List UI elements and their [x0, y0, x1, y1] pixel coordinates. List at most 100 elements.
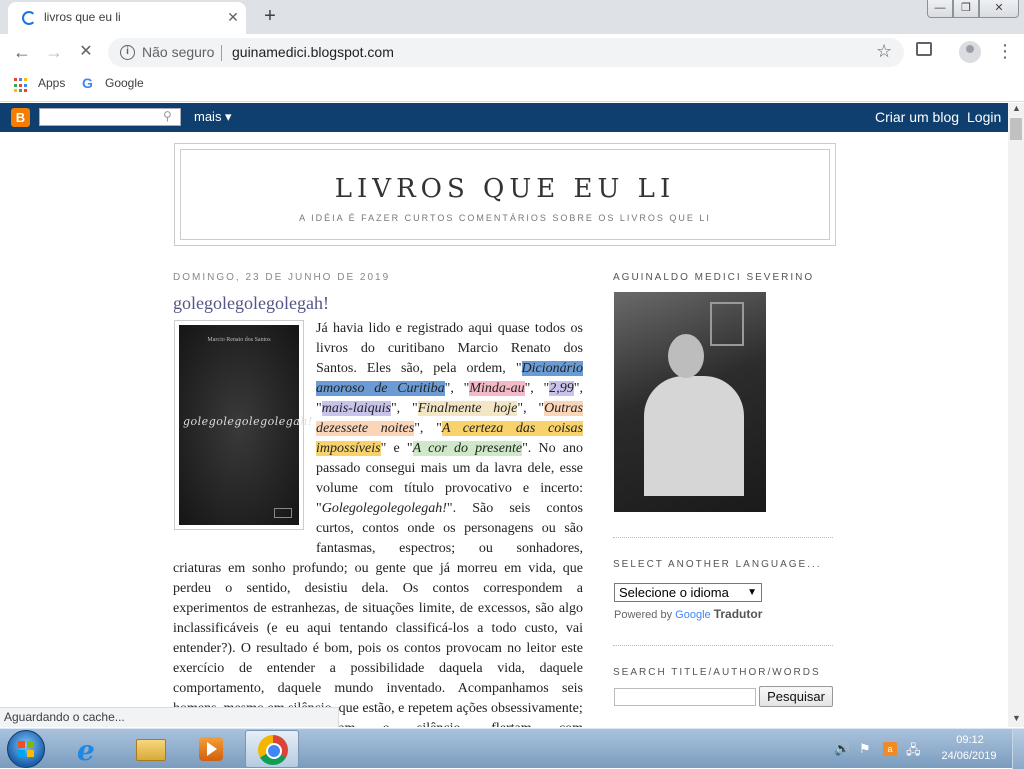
book-link[interactable]: amoroso de Curitiba — [316, 381, 445, 396]
info-icon[interactable]: i — [120, 45, 135, 60]
window-minimize-button[interactable]: — — [927, 0, 953, 18]
post-line: "Golegolegolegolegah!". São seis contos — [316, 501, 583, 516]
forward-button[interactable]: → — [42, 40, 66, 64]
status-bubble: Aguardando o cache... — [0, 707, 339, 727]
browser-toolbar: ← → ✕ i Não seguro guinamedici.blogspot.… — [0, 34, 1024, 70]
chevron-down-icon: ▼ — [747, 587, 757, 598]
clock-date[interactable]: 24/06/2019 — [936, 750, 1002, 762]
show-desktop-button[interactable] — [1012, 729, 1024, 769]
book-link[interactable]: Dicionário — [521, 361, 583, 376]
post-line: comportamento, daquele mundo inventado. … — [173, 681, 583, 696]
language-select[interactable]: Selecione o idioma ▼ — [614, 583, 762, 602]
post-line: volume com título provocativo e incerto: — [316, 481, 583, 496]
navbar-search-input[interactable]: ⚲ — [39, 108, 181, 126]
profile-heading: AGUINALDO MEDICI SEVERINO — [613, 272, 815, 283]
internet-explorer-icon[interactable]: e — [64, 730, 118, 768]
loading-spinner-icon — [22, 11, 36, 25]
blogger-logo-icon[interactable]: B — [11, 108, 30, 127]
book-link[interactable]: impossíveis — [316, 441, 381, 456]
book-cover: Marcio Renato dos Santos golegolegolegol… — [179, 325, 312, 525]
blog-header: LIVROS QUE EU LI A IDÉIA É FAZER CURTOS … — [174, 143, 836, 246]
powered-by-label: Powered by — [614, 609, 673, 621]
post-line: Já havia lido e registrado aqui quase to… — [316, 321, 583, 336]
window-maximize-button[interactable]: ❐ — [953, 0, 979, 18]
chrome-icon[interactable] — [245, 730, 299, 768]
author-photo[interactable] — [614, 292, 766, 512]
book-link[interactable]: Outras — [544, 401, 583, 416]
volume-icon[interactable]: 🔊 — [834, 741, 850, 757]
cover-author: Marcio Renato dos Santos — [207, 337, 271, 343]
post-line: inclassificáveis (e eu aqui tentando cla… — [173, 621, 583, 636]
network-icon[interactable]: 🖧 — [906, 741, 921, 763]
book-link[interactable]: A cor do presente — [412, 441, 523, 456]
taskbar: e 🔊 ⚑ a 🖧 09:12 24/06/2019 — [0, 728, 1024, 769]
sidebar-divider — [613, 537, 833, 538]
post-line: Santos. Eles são, pela ordem, "Dicionári… — [316, 361, 583, 376]
post-line: "mais-laiquis", "Finalmente hoje", "Outr… — [316, 401, 583, 416]
security-status[interactable]: Não seguro — [142, 44, 214, 60]
book-link[interactable]: Finalmente hoje — [417, 401, 518, 416]
windows-logo-icon — [18, 741, 34, 757]
login-link[interactable]: Login — [967, 109, 1001, 125]
create-blog-link[interactable]: Criar um blog — [875, 109, 959, 125]
post-line: amoroso de Curitiba", "Minda-au", "2,99"… — [316, 381, 583, 396]
sidebar-divider — [613, 645, 833, 646]
blog-search-input[interactable] — [614, 688, 756, 706]
publisher-logo-icon — [274, 508, 292, 518]
book-link[interactable]: mais-laiquis — [321, 401, 391, 416]
post-body-full: criaturas em sonho profundo; ou gente qu… — [173, 559, 583, 727]
book-link[interactable]: Minda-au — [469, 381, 525, 396]
address-bar[interactable]: i Não seguro guinamedici.blogspot.com ☆ — [108, 38, 904, 67]
scroll-up-arrow-icon[interactable]: ▲ — [1012, 103, 1021, 113]
blogger-navbar: B ⚲ mais ▾ Criar um blog Login — [0, 103, 1008, 132]
post-line: impossíveis" e "A cor do presente". No a… — [316, 441, 583, 456]
book-cover-image[interactable]: Marcio Renato dos Santos golegolegolegol… — [174, 320, 312, 530]
url-text[interactable]: guinamedici.blogspot.com — [232, 44, 394, 60]
search-heading: SEARCH TITLE/AUTHOR/WORDS — [613, 667, 821, 678]
tab-close-icon[interactable]: ✕ — [224, 8, 242, 26]
tray-app-icon[interactable]: a — [883, 742, 897, 756]
extension-icon[interactable] — [916, 42, 932, 56]
menu-icon[interactable]: ⋮ — [996, 40, 1014, 62]
window-close-button[interactable]: ✕ — [979, 0, 1019, 18]
book-link[interactable]: A certeza das coisas — [441, 421, 583, 436]
post-line: passado consegui mais um da lavra dele, … — [316, 461, 583, 476]
post-title[interactable]: golegolegolegolegah! — [173, 293, 329, 314]
profile-icon[interactable] — [959, 41, 981, 63]
media-player-icon[interactable] — [184, 730, 238, 768]
search-button[interactable]: Pesquisar — [759, 686, 833, 707]
post-line: entender?). O resultado é bom, pois os c… — [173, 641, 583, 656]
apps-icon[interactable] — [14, 78, 29, 93]
action-center-flag-icon[interactable]: ⚑ — [859, 741, 871, 757]
start-button[interactable] — [7, 730, 45, 768]
stop-loading-button[interactable]: ✕ — [74, 40, 98, 64]
new-tab-button[interactable]: + — [258, 5, 282, 29]
address-separator — [221, 45, 222, 61]
search-icon[interactable]: ⚲ — [163, 109, 172, 123]
post-line: dezessete noites", "A certeza das coisas — [316, 421, 583, 436]
bookmark-google[interactable]: Google — [105, 76, 144, 90]
file-explorer-icon[interactable] — [124, 730, 178, 768]
star-icon[interactable]: ☆ — [876, 41, 892, 62]
post-date: DOMINGO, 23 DE JUNHO DE 2019 — [173, 272, 391, 283]
translate-label: Tradutor — [713, 607, 763, 621]
clock-time[interactable]: 09:12 — [940, 734, 1000, 746]
photo-figure-body — [644, 376, 744, 496]
back-button[interactable]: ← — [10, 40, 34, 64]
scroll-thumb[interactable] — [1010, 118, 1022, 140]
page-scrollbar[interactable]: ▲ ▼ — [1008, 103, 1024, 727]
scroll-down-arrow-icon[interactable]: ▼ — [1012, 713, 1021, 723]
post-line: curtos, contos onde os personagens ou sã… — [316, 521, 583, 536]
blog-title[interactable]: LIVROS QUE EU LI — [181, 174, 829, 204]
google-logo-text: Google — [675, 609, 711, 621]
more-menu-link[interactable]: mais ▾ — [194, 109, 232, 125]
powered-by-google-translate[interactable]: Powered by Google Tradutor — [614, 607, 762, 621]
book-link[interactable]: 2,99 — [549, 381, 574, 396]
bookmarks-bar: Apps G Google — [0, 70, 1024, 102]
bookmark-apps[interactable]: Apps — [38, 76, 65, 90]
book-link[interactable]: dezessete noites — [316, 421, 415, 436]
browser-tab[interactable]: livros que eu li ✕ — [8, 2, 246, 34]
google-icon[interactable]: G — [82, 75, 93, 91]
post-line: livros do curitibano Marcio Renato dos — [316, 341, 583, 356]
post-line: experimentos de estranhezas, de situaçõe… — [173, 601, 583, 616]
